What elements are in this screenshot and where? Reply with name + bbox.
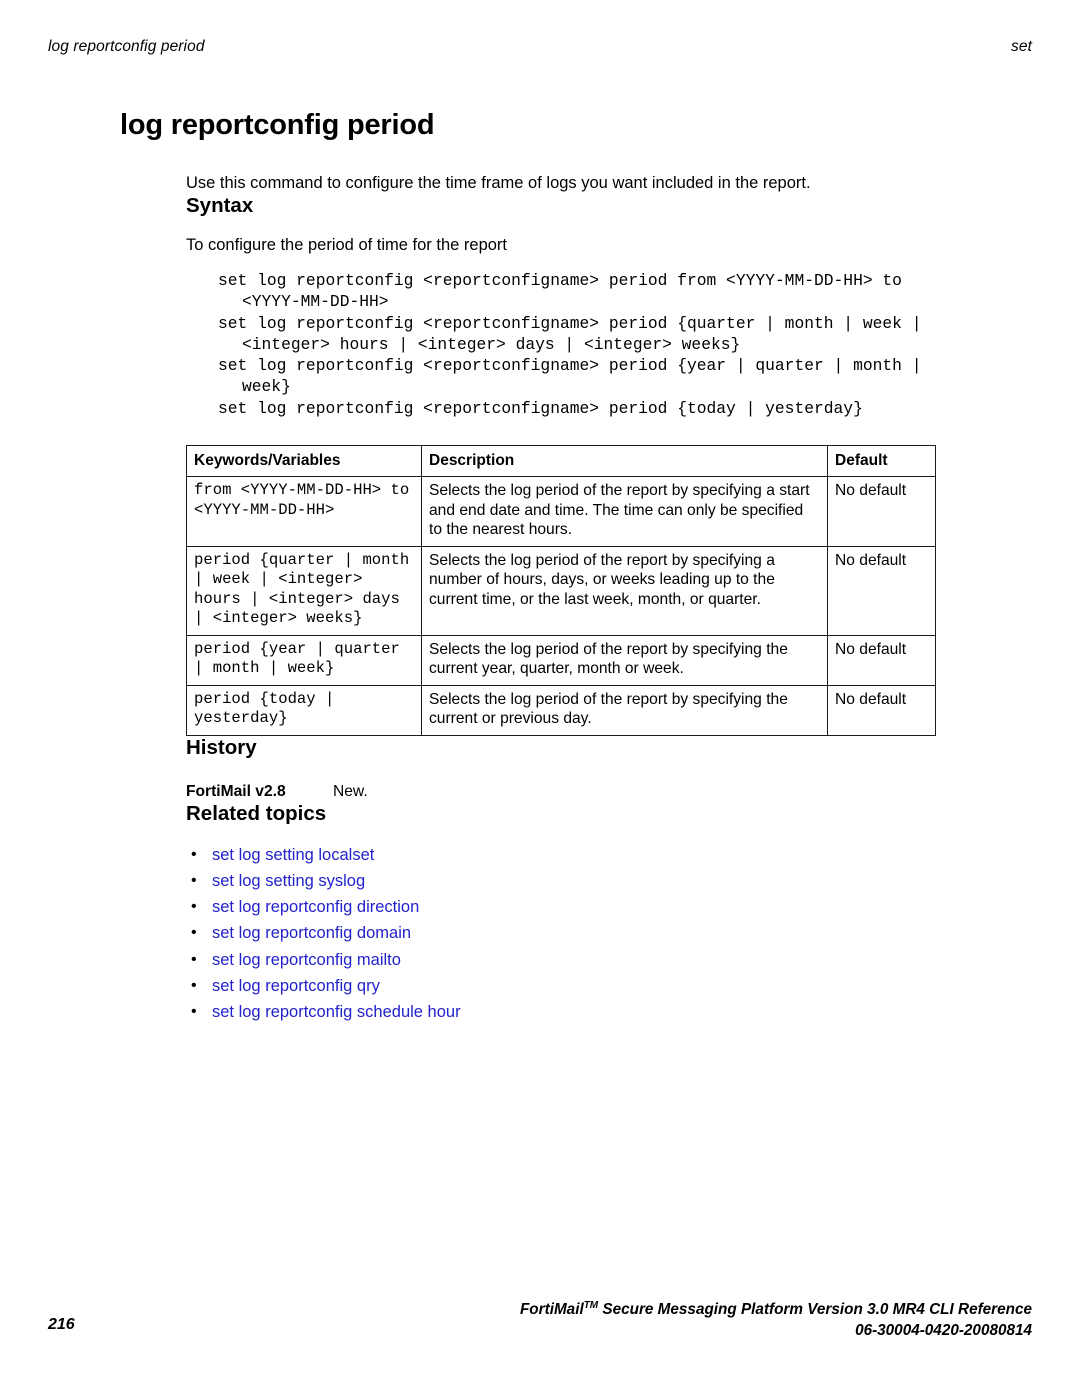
syntax-line: week} (242, 377, 291, 397)
syntax-line: <YYYY-MM-DD-HH> (242, 292, 389, 312)
bullet-icon: • (191, 871, 197, 889)
cell-keyword: period {today | yesterday} (186, 684, 422, 736)
syntax-code-block: set log reportconfig <reportconfigname> … (218, 270, 1020, 419)
cell-description: Selects the log period of the report by … (421, 545, 828, 636)
cell-keyword: from <YYYY-MM-DD-HH> to <YYYY-MM-DD-HH> (186, 476, 422, 547)
column-header-keywords: Keywords/Variables (186, 445, 422, 478)
history-row: FortiMail v2.8 New. (186, 782, 1020, 802)
related-topic-label[interactable]: set log reportconfig direction (212, 898, 419, 916)
table-row: period {quarter | month | week | <intege… (186, 545, 936, 636)
cell-description: Selects the log period of the report by … (421, 476, 828, 547)
cell-description: Selects the log period of the report by … (421, 684, 828, 736)
bullet-icon: • (191, 1003, 197, 1021)
footer-product-info: FortiMailTM Secure Messaging Platform Ve… (520, 1295, 1032, 1341)
footer-product-rest: Secure Messaging Platform Version 3.0 MR… (598, 1301, 1032, 1319)
section-heading-related-topics: Related topics (186, 801, 327, 825)
related-topics-list: • set log setting localset • set log settin… (186, 842, 1020, 1026)
related-topic-link[interactable]: • set log reportconfig domain (186, 920, 1020, 946)
column-header-default: Default (827, 445, 936, 478)
related-topic-link[interactable]: • set log reportconfig direction (186, 894, 1020, 920)
cell-default: No default (827, 476, 936, 547)
bullet-icon: • (191, 924, 197, 942)
page-title: log reportconfig period (120, 109, 435, 141)
intro-paragraph: Use this command to configure the time f… (186, 174, 811, 192)
table-row: period {year | quarter | month | week} Se… (186, 634, 936, 686)
body-column: Use this command to configure the time f… (186, 172, 1020, 1026)
section-heading-history: History (186, 735, 257, 759)
related-topic-label[interactable]: set log setting localset (212, 846, 374, 864)
history-version: FortiMail v2.8 (186, 782, 286, 800)
page-footer: FortiMailTM Secure Messaging Platform Ve… (48, 1295, 1032, 1345)
related-topic-label[interactable]: set log reportconfig domain (212, 924, 411, 942)
related-topic-label[interactable]: set log setting syslog (212, 872, 365, 890)
table-header-row: Keywords/Variables Description Default (186, 445, 936, 478)
bullet-icon: • (191, 977, 197, 995)
footer-product-name: FortiMail (519, 1301, 584, 1319)
running-header-right: set (1011, 38, 1032, 55)
footer-document-number: 06-30004-0420-20080814 (855, 1322, 1032, 1340)
related-topic-link[interactable]: • set log setting syslog (186, 868, 1020, 894)
bullet-icon: • (191, 950, 197, 968)
syntax-line: set log reportconfig <reportconfigname> … (218, 313, 922, 333)
table-row: from <YYYY-MM-DD-HH> to <YYYY-MM-DD-HH> S… (186, 476, 936, 547)
cell-keyword: period {quarter | month | week | <intege… (186, 545, 422, 636)
history-note: New. (333, 782, 368, 800)
bullet-icon: • (191, 845, 197, 863)
cell-description: Selects the log period of the report by … (421, 634, 828, 686)
syntax-line: set log reportconfig <reportconfigname> … (218, 271, 902, 290)
running-header-left: log reportconfig period (48, 38, 205, 55)
page-content: log reportconfig period Use this command… (120, 108, 1020, 1026)
syntax-line: set log reportconfig <reportconfigname> … (218, 356, 922, 376)
table-row: period {today | yesterday} Selects the lo… (186, 684, 936, 736)
related-topic-link[interactable]: • set log reportconfig schedule hour (186, 999, 1020, 1025)
cell-keyword: period {year | quarter | month | week} (186, 634, 422, 686)
keywords-table: Keywords/Variables Description Default f… (186, 445, 936, 736)
cell-default: No default (827, 634, 936, 686)
syntax-lead: To configure the period of time for the … (186, 236, 508, 254)
cell-default: No default (827, 545, 936, 636)
footer-product-line: FortiMailTM Secure Messaging Platform Ve… (520, 1295, 1032, 1320)
related-topic-link[interactable]: • set log reportconfig qry (186, 973, 1020, 999)
column-header-description: Description (421, 445, 828, 478)
footer-page-number: 216 (48, 1316, 75, 1333)
syntax-line: set log reportconfig <reportconfigname> … (218, 398, 863, 418)
related-topic-label[interactable]: set log reportconfig mailto (212, 951, 401, 969)
related-topic-label[interactable]: set log reportconfig schedule hour (212, 1003, 461, 1021)
bullet-icon: • (191, 898, 197, 916)
running-header: log reportconfig period set (48, 38, 1032, 60)
related-topic-link[interactable]: • set log setting localset (186, 842, 1020, 868)
related-topic-link[interactable]: • set log reportconfig mailto (186, 947, 1020, 973)
section-heading-syntax: Syntax (186, 194, 254, 217)
syntax-line: <integer> hours | <integer> days | <inte… (242, 334, 741, 354)
related-topic-label[interactable]: set log reportconfig qry (212, 977, 380, 995)
trademark-icon: TM (583, 1300, 599, 1311)
cell-default: No default (827, 684, 936, 736)
document-page: log reportconfig period set log reportco… (0, 0, 1080, 1397)
